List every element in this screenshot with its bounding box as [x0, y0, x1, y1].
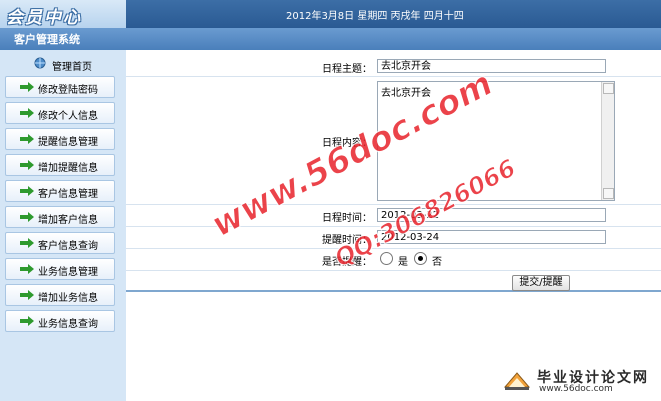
sidebar-item-add-reminder[interactable]: 增加提醒信息	[5, 154, 115, 176]
remind-no-label: 否	[432, 257, 442, 268]
sidebar-item-label: 业务信息查询	[38, 319, 98, 330]
green-arrow-icon	[20, 316, 34, 326]
sidebar-item-label: 修改登陆密码	[38, 85, 98, 96]
row-divider	[126, 270, 661, 271]
sidebar-item-customer-query[interactable]: 客户信息查询	[5, 232, 115, 254]
subject-input[interactable]: 去北京开会	[377, 59, 606, 73]
top-bar: 2012年3月8日 星期四 丙戌年 四月十四	[126, 0, 661, 28]
scroll-down-button[interactable]	[603, 188, 614, 199]
sidebar-item-business-manage[interactable]: 业务信息管理	[5, 258, 115, 280]
row-divider	[126, 76, 661, 77]
textarea-scrollbar[interactable]	[601, 82, 614, 200]
remind-time-label: 提醒时间：	[322, 235, 372, 246]
remind-yes-radio[interactable]	[380, 252, 393, 265]
sidebar-item-home[interactable]: 管理首页	[0, 55, 126, 73]
sidebar-home-label: 管理首页	[52, 62, 92, 73]
sidebar-item-label: 客户信息管理	[38, 189, 98, 200]
green-arrow-icon	[20, 238, 34, 248]
sidebar-item-add-customer[interactable]: 增加客户信息	[5, 206, 115, 228]
sidebar-item-change-password[interactable]: 修改登陆密码	[5, 76, 115, 98]
green-arrow-icon	[20, 290, 34, 300]
schedule-form: 日程主题： 去北京开会 日程内容： 去北京开会 日程时间： 2012-03-22…	[126, 54, 661, 292]
book-logo-icon	[503, 372, 531, 390]
remind-label: 是否提醒：	[322, 257, 372, 268]
green-arrow-icon	[20, 160, 34, 170]
date-display: 2012年3月8日 星期四 丙戌年 四月十四	[286, 11, 464, 22]
sidebar-item-edit-profile[interactable]: 修改个人信息	[5, 102, 115, 124]
content-textarea[interactable]: 去北京开会	[377, 81, 615, 201]
sidebar-item-add-business[interactable]: 增加业务信息	[5, 284, 115, 306]
green-arrow-icon	[20, 186, 34, 196]
sidebar-item-reminder-manage[interactable]: 提醒信息管理	[5, 128, 115, 150]
brand-url: www.56doc.com	[539, 384, 613, 394]
sidebar-item-label: 修改个人信息	[38, 111, 98, 122]
logo-area: 会员中心	[0, 0, 126, 29]
globe-icon	[34, 57, 46, 69]
sidebar-item-business-query[interactable]: 业务信息查询	[5, 310, 115, 332]
remind-time-input[interactable]: 2012-03-24	[377, 230, 606, 244]
sidebar-item-label: 增加业务信息	[38, 293, 98, 304]
sidebar: 管理首页 修改登陆密码 修改个人信息 提醒信息管理 增加提醒信息 客户信息管理 …	[0, 50, 127, 401]
sidebar-item-label: 增加提醒信息	[38, 163, 98, 174]
system-title-bar: 客户管理系统	[0, 28, 661, 50]
brand-watermark: 毕业设计论文网 www.56doc.com	[495, 367, 655, 397]
time-input[interactable]: 2012-03-22	[377, 208, 606, 222]
remind-yes-label: 是	[398, 257, 408, 268]
green-arrow-icon	[20, 134, 34, 144]
content-text: 去北京开会	[381, 88, 431, 99]
green-arrow-icon	[20, 264, 34, 274]
remind-no-radio[interactable]	[414, 252, 427, 265]
green-arrow-icon	[20, 82, 34, 92]
time-label: 日程时间：	[322, 213, 372, 224]
system-name: 客户管理系统	[14, 33, 80, 46]
subject-label: 日程主题：	[322, 64, 372, 75]
submit-button[interactable]: 提交/提醒	[512, 275, 570, 291]
row-divider	[126, 226, 661, 227]
main-content: 日程主题： 去北京开会 日程内容： 去北京开会 日程时间： 2012-03-22…	[126, 50, 661, 401]
row-divider	[126, 204, 661, 205]
scroll-up-button[interactable]	[603, 83, 614, 94]
sidebar-item-label: 增加客户信息	[38, 215, 98, 226]
green-arrow-icon	[20, 212, 34, 222]
logo-text: 会员中心	[6, 8, 82, 28]
row-divider	[126, 248, 661, 249]
content-label: 日程内容：	[322, 138, 372, 149]
green-arrow-icon	[20, 108, 34, 118]
sidebar-item-customer-manage[interactable]: 客户信息管理	[5, 180, 115, 202]
sidebar-item-label: 客户信息查询	[38, 241, 98, 252]
sidebar-item-label: 提醒信息管理	[38, 137, 98, 148]
sidebar-item-label: 业务信息管理	[38, 267, 98, 278]
